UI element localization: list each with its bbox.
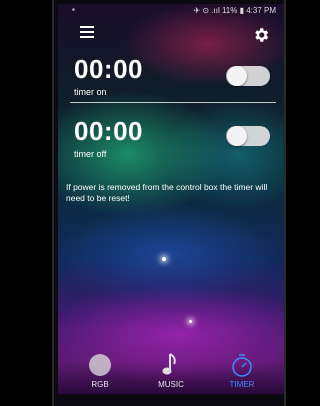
music-note-icon bbox=[162, 353, 176, 375]
app-screen: ▪ ✈ ⊙ .ııl 11% ▮ 4:37 PM 00:00 timer on … bbox=[58, 4, 284, 394]
toggle-knob bbox=[227, 66, 247, 86]
nav-timer[interactable]: TIMER bbox=[212, 348, 272, 394]
background-star bbox=[162, 257, 166, 261]
nav-rgb[interactable]: RGB bbox=[70, 348, 130, 394]
phone-frame: ▪ ✈ ⊙ .ııl 11% ▮ 4:37 PM 00:00 timer on … bbox=[52, 0, 286, 406]
nav-timer-label: TIMER bbox=[229, 380, 255, 389]
gear-icon[interactable] bbox=[252, 26, 270, 44]
rgb-circle-icon bbox=[89, 354, 111, 376]
menu-icon[interactable] bbox=[80, 26, 94, 42]
notification-icon: ▪ bbox=[72, 5, 75, 14]
timer-off-label: timer off bbox=[74, 149, 107, 159]
timer-on-toggle[interactable] bbox=[226, 66, 270, 86]
timer-icon bbox=[232, 354, 252, 377]
timer-on-time[interactable]: 00:00 bbox=[74, 54, 143, 85]
nav-music-label: MUSIC bbox=[158, 380, 184, 389]
reset-notice: If power is removed from the control box… bbox=[66, 182, 268, 203]
nav-rgb-label: RGB bbox=[91, 380, 109, 389]
status-text: ✈ ⊙ .ııl 11% ▮ 4:37 PM bbox=[193, 6, 276, 15]
bottom-nav: RGB MUSIC TIMER bbox=[58, 348, 284, 394]
background-star bbox=[189, 320, 192, 323]
timer-off-toggle[interactable] bbox=[226, 126, 270, 146]
toggle-knob bbox=[227, 126, 247, 146]
nav-music[interactable]: MUSIC bbox=[141, 348, 201, 394]
divider bbox=[70, 102, 276, 103]
timer-off-time[interactable]: 00:00 bbox=[74, 116, 143, 147]
timer-on-label: timer on bbox=[74, 87, 107, 97]
status-bar: ▪ ✈ ⊙ .ııl 11% ▮ 4:37 PM bbox=[58, 4, 284, 16]
